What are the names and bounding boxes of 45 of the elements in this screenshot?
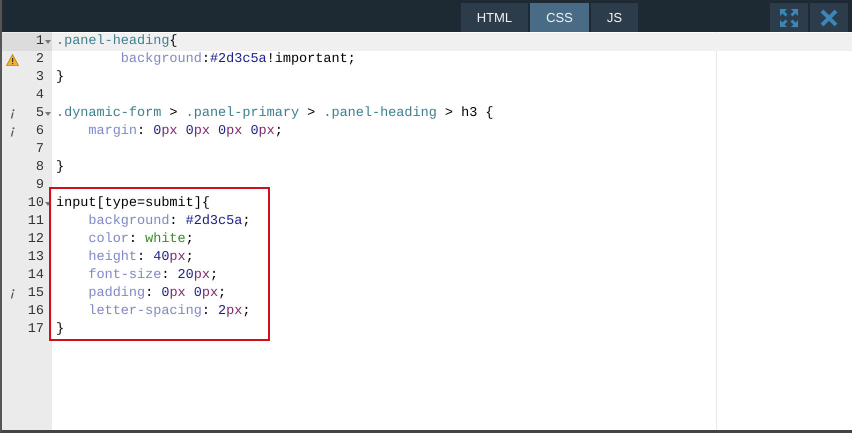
fold-icon[interactable]: [45, 112, 51, 116]
info-icon: [10, 109, 14, 119]
code-line: height: 40px;: [87, 250, 194, 265]
line-number: 16: [26, 303, 44, 321]
line-number: 12: [26, 231, 44, 249]
line-number: 11: [26, 213, 44, 231]
tab[interactable]: JS: [590, 3, 638, 32]
code-line: letter-spacing: 2px;: [87, 304, 250, 319]
fold-icon[interactable]: [45, 40, 51, 44]
code-line: .panel-heading{: [56, 34, 178, 49]
line-number: 14: [26, 267, 44, 285]
code-line: background:#2d3c5a!important;: [120, 52, 356, 67]
code-line: margin: 0px 0px 0px 0px;: [87, 124, 283, 139]
line-number: 2: [34, 51, 44, 69]
code-line: }: [56, 322, 64, 337]
line-number: 9: [34, 177, 44, 195]
line-number: 4: [34, 87, 44, 105]
code-line: color: white;: [87, 232, 194, 247]
expand-icon: [779, 8, 799, 28]
code-line: font-size: 20px;: [87, 268, 218, 283]
code-line: padding: 0px 0px;: [87, 286, 226, 301]
line-number: 5: [34, 105, 44, 123]
line-number: 13: [26, 249, 44, 267]
code-line: .dynamic-form > .panel-primary > .panel-heading > h3 {: [56, 106, 494, 121]
line-number: 8: [34, 159, 44, 177]
fold-icon[interactable]: [45, 202, 51, 206]
code-line: background: #2d3c5a;: [87, 214, 250, 229]
code-line: }: [56, 160, 64, 175]
line-number: 17: [26, 321, 44, 339]
close-button[interactable]: [810, 3, 848, 32]
info-icon: [10, 289, 14, 299]
line-number: 15: [26, 285, 44, 303]
line-number: 6: [34, 123, 44, 141]
expand-button[interactable]: [770, 3, 808, 32]
code-line: }: [56, 70, 64, 85]
code-line: input[type=submit]{: [56, 196, 210, 211]
tab[interactable]: CSS: [530, 3, 589, 32]
close-icon: [820, 8, 838, 26]
tab[interactable]: HTML: [460, 3, 528, 32]
line-number: 10: [26, 195, 44, 213]
info-icon: [10, 127, 14, 137]
line-number: 1: [34, 33, 44, 51]
line-number: 7: [34, 141, 44, 159]
warning-icon: [6, 54, 18, 66]
line-number: 3: [34, 69, 44, 87]
